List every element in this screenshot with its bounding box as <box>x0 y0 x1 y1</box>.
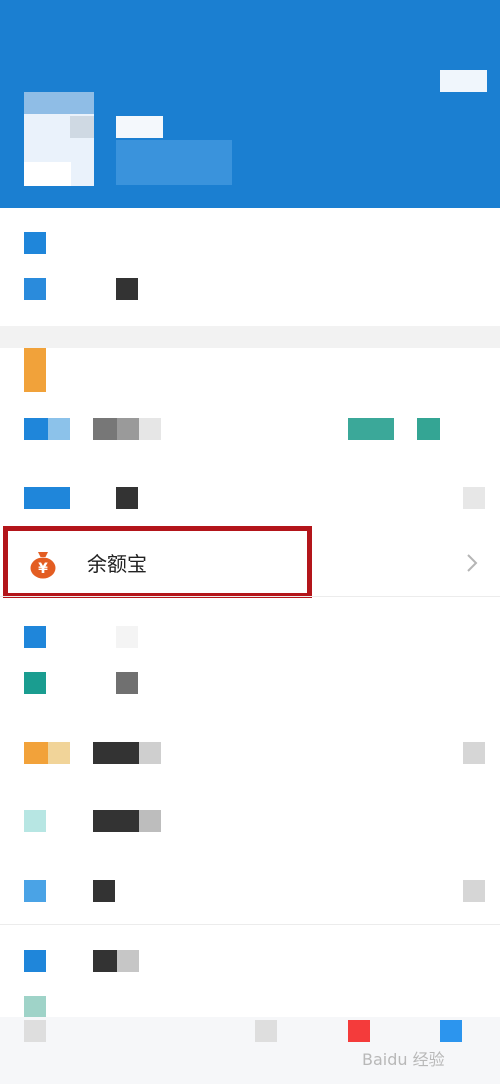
section-divider <box>0 326 500 348</box>
row-divider <box>0 924 500 925</box>
list-item[interactable] <box>0 600 500 662</box>
list-item-label <box>93 950 117 972</box>
list-item[interactable] <box>0 466 500 528</box>
header-settings-button[interactable] <box>440 70 487 92</box>
list-item-label <box>93 418 117 440</box>
user-account <box>116 140 232 185</box>
chevron-right-icon <box>462 552 482 574</box>
list-item-icon <box>24 950 46 972</box>
user-name <box>116 116 163 138</box>
watermark: Baidu 经验 <box>362 1050 445 1069</box>
tab-messages[interactable] <box>348 1020 370 1042</box>
list-item-icon <box>24 487 70 509</box>
list-item[interactable] <box>0 930 500 990</box>
list-item-icon <box>24 232 46 254</box>
tab-me[interactable] <box>440 1020 462 1042</box>
list-item-badge <box>348 418 394 440</box>
chevron-icon <box>463 487 485 509</box>
list-item-label <box>93 742 139 764</box>
list-item[interactable] <box>0 860 500 922</box>
list-item-label <box>93 880 115 902</box>
list-item-label <box>93 810 139 832</box>
list-item-icon <box>24 348 46 392</box>
list-item-icon <box>24 672 46 694</box>
chevron-icon <box>463 742 485 764</box>
list-item[interactable] <box>0 720 500 782</box>
list-item-label <box>116 487 138 509</box>
row-divider <box>0 596 500 597</box>
chevron-icon <box>463 880 485 902</box>
list-item-label <box>116 278 138 300</box>
account-header <box>0 0 500 208</box>
tab-finance[interactable] <box>255 1020 277 1042</box>
list-item[interactable] <box>0 258 500 320</box>
list-item-icon <box>24 626 46 648</box>
list-item-icon <box>24 418 48 440</box>
list-item[interactable] <box>0 790 500 852</box>
list-item[interactable] <box>0 662 500 708</box>
list-item-icon <box>24 278 46 300</box>
list-item-icon <box>24 810 46 832</box>
tab-home[interactable] <box>24 1020 46 1042</box>
list-item-icon <box>24 880 46 902</box>
list-item-icon <box>24 742 48 764</box>
list-item-label <box>116 672 138 694</box>
highlight-box <box>3 526 312 598</box>
